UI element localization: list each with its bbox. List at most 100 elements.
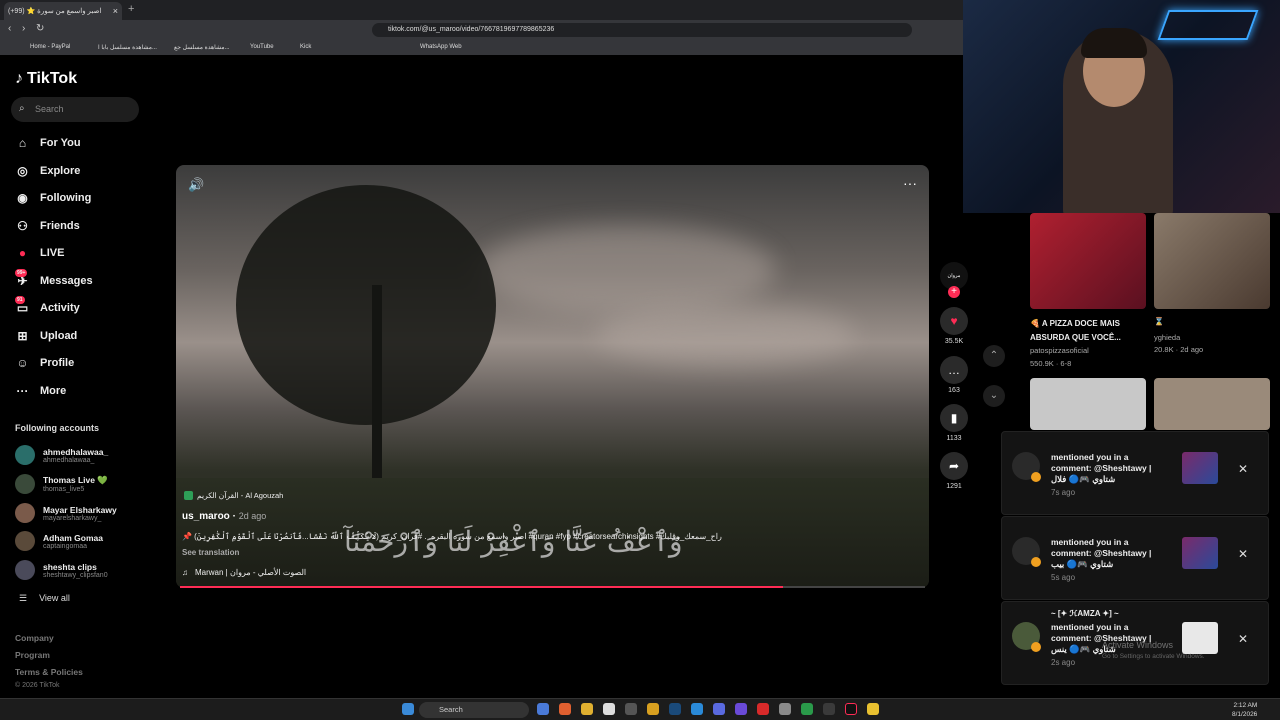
suggested-video-title[interactable]: ⌛ — [1154, 317, 1164, 326]
nav-label: Friends — [40, 220, 80, 232]
nav-upload[interactable]: ⊞ Upload — [15, 329, 77, 343]
bookmark-whatsapp[interactable]: WhatsApp Web — [420, 44, 462, 50]
brave-icon[interactable] — [559, 703, 571, 715]
more-icon: ··· — [16, 384, 29, 398]
forward-icon[interactable]: › — [22, 23, 25, 34]
comment-badge-icon — [1031, 557, 1041, 567]
close-tab-icon[interactable]: × — [113, 6, 118, 16]
bookmark-paypal[interactable]: Home - PayPal — [30, 44, 70, 50]
nav-for-you[interactable]: ⌂ For You — [15, 136, 81, 150]
close-icon[interactable]: ✕ — [1238, 632, 1248, 646]
url-field[interactable]: tiktok.com/@us_maroo/video/7667819697789… — [372, 23, 912, 37]
following-account[interactable]: sheshta clips sheshtawy_clipsfan0 — [15, 560, 108, 580]
notification-thumbnail — [1182, 452, 1218, 484]
system-clock[interactable]: 2:12 AM 8/1/2026 — [1232, 701, 1257, 719]
taskbar-app-icon[interactable] — [779, 703, 791, 715]
nav-label: Profile — [40, 357, 75, 369]
close-icon[interactable]: ✕ — [1238, 462, 1248, 476]
windows-start-icon[interactable] — [402, 703, 414, 715]
notification-toast[interactable]: mentioned you in a comment: @Sheshtawy |… — [1001, 431, 1269, 515]
chevron-down-icon[interactable]: ⌄ — [983, 385, 1005, 407]
new-tab-icon[interactable]: + — [128, 3, 134, 15]
github-icon[interactable] — [625, 703, 637, 715]
nav-live[interactable]: ● LIVE — [15, 246, 65, 260]
music-link[interactable]: ♫ Marwan | الصوت الأصلي - مروان — [182, 568, 306, 577]
suggested-video-author[interactable]: yghieda — [1154, 333, 1180, 342]
nav-more[interactable]: ··· More — [15, 384, 67, 398]
taskbar-search[interactable]: Search — [419, 702, 529, 718]
follow-plus-icon[interactable]: + — [948, 286, 960, 298]
chrome-icon[interactable] — [867, 703, 879, 715]
tiktok-logo[interactable]: ♪ TikTok — [15, 70, 77, 88]
browser-tab[interactable]: اصبر واسمع من سورة ⭐ (99+) × — [4, 2, 122, 20]
steam-icon[interactable] — [669, 703, 681, 715]
video-progress-bar[interactable] — [180, 586, 925, 588]
footer-company[interactable]: Company — [15, 633, 54, 643]
suggested-video-thumb[interactable] — [1030, 213, 1146, 309]
store-icon[interactable] — [603, 703, 615, 715]
reload-icon[interactable]: ↻ — [36, 23, 44, 34]
bookmark-kick[interactable]: Kick — [300, 44, 311, 50]
account-handle: sheshtawy_clipsfan0 — [43, 571, 108, 579]
sky-cloud — [596, 305, 856, 365]
audio-tag[interactable]: القرآن الكريم - Al Agouzah — [184, 491, 283, 500]
following-account[interactable]: ahmedhalawaa_ ahmedhalawaa_ — [15, 445, 108, 465]
quran-icon — [184, 491, 193, 500]
nav-label: LIVE — [40, 247, 65, 259]
comment-button[interactable]: … 163 — [940, 356, 968, 394]
avatar — [15, 445, 35, 465]
nav-profile[interactable]: ☺ Profile — [15, 356, 74, 370]
suggested-video-title[interactable]: 🍕 A PIZZA DOCE MAIS ABSURDA QUE VOCÊ... — [1030, 317, 1146, 345]
home-icon: ⌂ — [18, 136, 27, 150]
list-icon: ☰ — [19, 593, 28, 603]
more-options-icon[interactable]: ··· — [903, 175, 917, 191]
like-button[interactable]: ♥ 35.5K — [940, 307, 968, 345]
nav-label: Messages — [40, 275, 93, 287]
share-button[interactable]: ➦ 1291 — [940, 452, 968, 490]
video-player[interactable]: 🔊 ··· القرآن الكريم - Al Agouzah وَٱعْفُ… — [176, 165, 929, 588]
notification-toast[interactable]: mentioned you in a comment: @Sheshtawy |… — [1001, 516, 1269, 600]
video-author[interactable]: us_maroo · 2d ago — [182, 511, 266, 522]
sky-cloud — [476, 225, 776, 315]
footer-terms[interactable]: Terms & Policies — [15, 667, 83, 677]
post-age: 2d ago — [238, 511, 267, 521]
address-bar: ‹ › ↻ tiktok.com/@us_maroo/video/7667819… — [0, 20, 963, 40]
webcam-overlay — [963, 0, 1280, 213]
suggested-video-thumb[interactable] — [1154, 213, 1270, 309]
excel-icon[interactable] — [801, 703, 813, 715]
bookmark-series-2[interactable]: مشاهدة مسلسل جع... — [174, 44, 230, 51]
folder-icon[interactable] — [581, 703, 593, 715]
taskbar-app-icon[interactable] — [647, 703, 659, 715]
nav-messages[interactable]: ✈ 99+ Messages — [15, 269, 93, 288]
chevron-up-icon[interactable]: ⌃ — [983, 345, 1005, 367]
taskbar-app-icon[interactable] — [735, 703, 747, 715]
bookmark-youtube[interactable]: YouTube — [250, 44, 274, 50]
suggested-video-thumb[interactable] — [1154, 378, 1270, 430]
bookmark-series-1[interactable]: مشاهدة مسلسل بابا ا... — [98, 44, 157, 51]
save-button[interactable]: ▮ 1133 — [940, 404, 968, 442]
suggested-video-author[interactable]: patospizzasoficial — [1030, 346, 1089, 355]
suggested-video-thumb[interactable] — [1030, 378, 1146, 430]
nav-friends[interactable]: ⚇ Friends — [15, 219, 80, 233]
nav-label: For You — [40, 137, 81, 149]
nav-following[interactable]: ◉ Following — [15, 191, 91, 205]
taskbar-app-icon[interactable] — [757, 703, 769, 715]
nav-activity[interactable]: ▭ 91 Activity — [15, 296, 80, 315]
following-account[interactable]: Adham Gomaa captaingomaa — [15, 531, 103, 551]
volume-icon[interactable]: 🔊 — [188, 177, 204, 193]
following-account[interactable]: Thomas Live 💚 thomas_live5 — [15, 474, 108, 494]
nav-explore[interactable]: ◎ Explore — [15, 164, 80, 178]
footer-program[interactable]: Program — [15, 650, 50, 660]
taskbar-app-icon[interactable] — [537, 703, 549, 715]
discord-icon[interactable] — [713, 703, 725, 715]
close-icon[interactable]: ✕ — [1238, 547, 1248, 561]
view-all-link[interactable]: ☰ View all — [19, 593, 70, 604]
search-input[interactable]: ⌕ Search — [11, 97, 139, 122]
creator-avatar-button[interactable]: مروان + — [940, 262, 968, 298]
following-account[interactable]: Mayar Elsharkawy mayarelsharkawy_ — [15, 503, 117, 523]
edge-icon[interactable] — [691, 703, 703, 715]
see-translation-link[interactable]: See translation — [182, 548, 239, 557]
tiktok-taskbar-icon[interactable] — [845, 703, 857, 715]
back-icon[interactable]: ‹ — [8, 23, 11, 34]
taskbar-app-icon[interactable] — [823, 703, 835, 715]
